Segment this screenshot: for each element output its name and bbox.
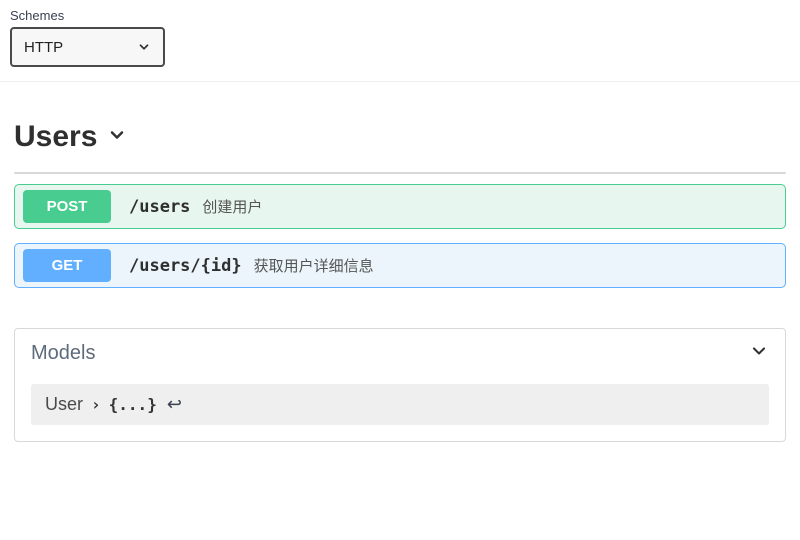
operation-path: /users (129, 197, 190, 217)
operation-path: /users/{id} (129, 256, 242, 276)
schemes-selected-value: HTTP (24, 39, 63, 56)
tag-section: Users POST /users 创建用户 GET /users/{id} 获… (0, 120, 800, 288)
operation-summary: 获取用户详细信息 (254, 255, 374, 276)
method-badge: GET (23, 249, 111, 282)
chevron-down-icon (107, 125, 127, 150)
chevron-down-icon (137, 40, 151, 54)
model-braces: {...} (109, 395, 157, 414)
operation-post-users[interactable]: POST /users 创建用户 (14, 184, 786, 229)
models-header[interactable]: Models (15, 329, 785, 378)
tag-header[interactable]: Users (14, 120, 786, 154)
chevron-down-icon (749, 341, 769, 366)
models-title: Models (31, 342, 95, 365)
enter-arrow-icon: ↩ (167, 394, 182, 415)
chevron-right-icon: › (91, 395, 101, 414)
tag-name: Users (14, 120, 97, 154)
tag-divider (14, 172, 786, 174)
method-badge: POST (23, 190, 111, 223)
models-section: Models User › {...} ↩ (14, 328, 786, 442)
schemes-select[interactable]: HTTP (10, 27, 165, 67)
model-item-user[interactable]: User › {...} ↩ (31, 384, 769, 425)
model-name: User (45, 394, 83, 415)
operation-summary: 创建用户 (202, 196, 262, 217)
schemes-label: Schemes (10, 8, 790, 23)
operation-get-users-id[interactable]: GET /users/{id} 获取用户详细信息 (14, 243, 786, 288)
schemes-section: Schemes HTTP (0, 0, 800, 82)
